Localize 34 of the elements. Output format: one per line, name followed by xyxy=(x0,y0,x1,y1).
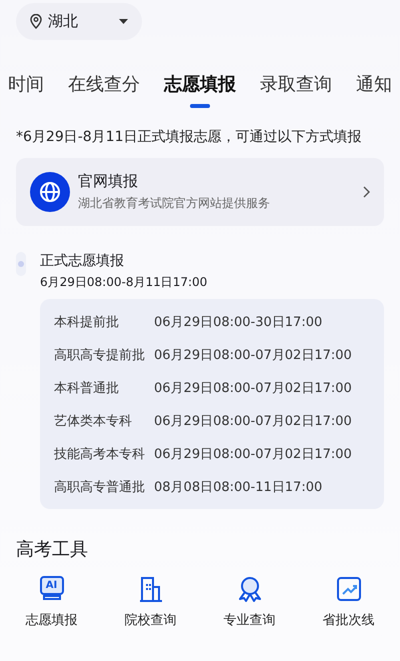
caret-icon xyxy=(119,19,128,24)
tool-button[interactable]: AI 志愿填报 xyxy=(2,575,101,629)
section-title: 高考工具 xyxy=(16,538,89,561)
batch-name: 技能高考本专科 xyxy=(54,446,146,462)
trend-chart-icon xyxy=(334,575,362,603)
official-site-card[interactable]: 官网填报 湖北省教育考试院官方网站提供服务 xyxy=(16,158,384,226)
tool-button[interactable]: 专业查询 xyxy=(200,575,299,629)
batch-name: 本科普通批 xyxy=(54,380,120,396)
batch-time: 06月29日08:00-07月02日17:00 xyxy=(154,346,352,364)
batch-time: 08月08日08:00-11日17:00 xyxy=(154,478,322,496)
chevron-right-icon xyxy=(363,186,370,198)
batch-time: 06月29日08:00-07月02日17:00 xyxy=(154,446,352,462)
card-title: 官网填报 xyxy=(78,172,139,191)
tool-button[interactable]: 省批次线 xyxy=(299,575,398,629)
batch-name: 艺体类本专科 xyxy=(54,412,133,430)
batch-name: 高职高专提前批 xyxy=(54,346,146,364)
timeline-period: 6月29日08:00-8月11日17:00 xyxy=(40,274,208,291)
tab[interactable]: 时间 xyxy=(8,70,44,110)
tool-button[interactable]: 院校查询 xyxy=(101,575,200,629)
tab[interactable]: 志愿填报 xyxy=(164,70,236,110)
batch-time: 06月29日08:00-07月02日17:00 xyxy=(154,380,352,396)
location-pin-icon xyxy=(30,14,42,29)
location-selector[interactable]: 湖北 xyxy=(16,3,142,40)
tab[interactable]: 在线查分 xyxy=(68,70,140,110)
tab[interactable]: 录取查询 xyxy=(260,70,332,110)
notice-text: *6月29日-8月11日正式填报志愿，可通过以下方式填报 xyxy=(16,128,362,146)
tab[interactable]: 通知 xyxy=(356,70,392,110)
batch-time: 06月29日08:00-07月02日17:00 xyxy=(154,412,352,430)
card-subtitle: 湖北省教育考试院官方网站提供服务 xyxy=(78,195,271,212)
timeline-title: 正式志愿填报 xyxy=(40,252,125,270)
batch-name: 本科提前批 xyxy=(54,314,120,330)
batch-time: 06月29日08:00-30日17:00 xyxy=(154,314,322,330)
batch-name: 高职高专普通批 xyxy=(54,478,146,496)
globe-icon xyxy=(30,172,70,212)
